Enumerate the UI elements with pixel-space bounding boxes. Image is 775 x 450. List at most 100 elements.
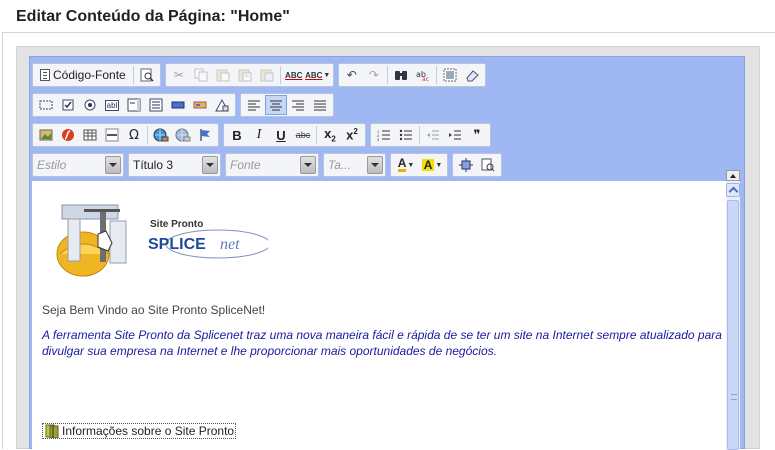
flag-icon	[200, 129, 210, 141]
subscript-button[interactable]: x2	[319, 125, 341, 145]
eraser-icon	[466, 70, 479, 82]
table-button[interactable]	[79, 125, 101, 145]
grip-icon	[731, 394, 737, 400]
paste-word-button[interactable]	[256, 65, 278, 85]
align-right-button[interactable]	[287, 95, 309, 115]
indent-button[interactable]	[444, 125, 466, 145]
hidden-field-button[interactable]	[211, 95, 233, 115]
chevron-down-icon	[367, 156, 383, 174]
description-text: A ferramenta Site Pronto da Splicenet tr…	[42, 328, 722, 358]
align-center-button[interactable]	[265, 95, 287, 115]
paste-word-icon	[260, 69, 274, 82]
source-label: Código-Fonte	[53, 68, 126, 82]
book-icon	[44, 424, 60, 439]
underline-button[interactable]: U	[270, 125, 292, 145]
replace-button[interactable]: ab ac	[412, 65, 434, 85]
redo-icon: ↷	[368, 68, 379, 82]
toolbar-group-document: Código-Fonte	[32, 63, 161, 87]
strike-button[interactable]: abc	[292, 125, 314, 145]
scroll-thumb[interactable]	[727, 200, 739, 450]
table-icon	[83, 129, 97, 141]
chevron-down-icon	[300, 156, 316, 174]
text-color-button[interactable]: A ▼	[393, 155, 419, 175]
select-all-button[interactable]	[439, 65, 461, 85]
paste-button[interactable]	[212, 65, 234, 85]
anchor-button[interactable]	[194, 125, 216, 145]
info-link[interactable]: Informações sobre o Site Pronto	[42, 423, 237, 439]
italic-button[interactable]: I	[248, 125, 270, 145]
content-scrollbar[interactable]	[726, 170, 740, 450]
bold-button[interactable]: B	[226, 125, 248, 145]
toolbar-group-align	[240, 93, 334, 117]
editor-content-area[interactable]: Site Pronto SPLICE net Seja Bem Vindo ao…	[32, 181, 726, 450]
splicenet-logo: Site Pronto SPLICE net	[48, 199, 271, 279]
select-list-icon	[149, 98, 163, 112]
source-button[interactable]: Código-Fonte	[35, 65, 131, 85]
horizontal-rule-button[interactable]	[101, 125, 123, 145]
cut-button[interactable]: ✂	[168, 65, 190, 85]
format-combo[interactable]: Título 3	[128, 153, 221, 177]
separator	[316, 126, 317, 144]
scroll-up-button[interactable]	[726, 183, 740, 197]
maximize-button[interactable]	[455, 155, 477, 175]
copy-button[interactable]	[190, 65, 212, 85]
numbered-list-button[interactable]: 123	[373, 125, 395, 145]
checkbox-icon	[62, 99, 74, 111]
hidden-field-icon	[215, 98, 229, 112]
toolbar-group-editing: ↶ ↷ ab ac	[337, 63, 486, 87]
flash-button[interactable]	[57, 125, 79, 145]
underline-icon: U	[276, 127, 286, 143]
paste-text-button[interactable]	[234, 65, 256, 85]
bulleted-list-button[interactable]	[395, 125, 417, 145]
source-icon	[40, 69, 50, 81]
scayt-button[interactable]: ABC ▼	[305, 65, 331, 85]
image-button[interactable]	[35, 125, 57, 145]
align-left-button[interactable]	[243, 95, 265, 115]
size-combo[interactable]: Ta...	[323, 153, 386, 177]
toolbar-group-tools	[452, 153, 502, 177]
toolbar-group-clipboard: ✂ ABC ABC ▼	[164, 63, 334, 87]
copy-icon	[194, 68, 208, 82]
collapse-toolbar-button[interactable]	[726, 170, 740, 181]
image-button-button[interactable]	[189, 95, 211, 115]
button-icon	[171, 101, 185, 109]
font-combo-value: Fonte	[230, 158, 261, 172]
chevron-down-icon	[105, 156, 121, 174]
textfield-button[interactable]: abl	[101, 95, 123, 115]
undo-button[interactable]: ↶	[341, 65, 363, 85]
select-button[interactable]	[145, 95, 167, 115]
outdent-button[interactable]	[422, 125, 444, 145]
form-button[interactable]	[35, 95, 57, 115]
unlink-globe-icon	[175, 128, 191, 142]
preview-icon	[140, 68, 154, 82]
spellcheck-button[interactable]: ABC	[283, 65, 305, 85]
style-combo[interactable]: Estilo	[32, 153, 124, 177]
remove-format-button[interactable]	[461, 65, 483, 85]
text-color-icon: A	[397, 156, 407, 172]
radio-button[interactable]	[79, 95, 101, 115]
find-button[interactable]	[390, 65, 412, 85]
redo-button[interactable]: ↷	[363, 65, 385, 85]
flash-icon	[62, 129, 74, 141]
blockquote-button[interactable]: ❞	[466, 125, 488, 145]
superscript-button[interactable]: x2	[341, 125, 363, 145]
omega-icon: Ω	[129, 127, 139, 143]
font-combo[interactable]: Fonte	[225, 153, 319, 177]
unlink-button[interactable]	[172, 125, 194, 145]
bg-color-button[interactable]: A ▼	[419, 155, 445, 175]
align-justify-button[interactable]	[309, 95, 331, 115]
show-blocks-button[interactable]	[477, 155, 499, 175]
scissors-icon: ✂	[173, 68, 184, 82]
special-char-button[interactable]: Ω	[123, 125, 145, 145]
scayt-icon: ABC	[305, 70, 323, 80]
preview-button[interactable]	[136, 65, 158, 85]
superscript-icon: x2	[346, 127, 358, 143]
link-button[interactable]	[150, 125, 172, 145]
radio-icon	[84, 99, 96, 111]
checkbox-button[interactable]	[57, 95, 79, 115]
toolbar-row-2: abl	[32, 93, 338, 117]
button-button[interactable]	[167, 95, 189, 115]
form-icon	[39, 100, 53, 110]
spellcheck-icon: ABC	[285, 70, 303, 80]
textarea-button[interactable]	[123, 95, 145, 115]
